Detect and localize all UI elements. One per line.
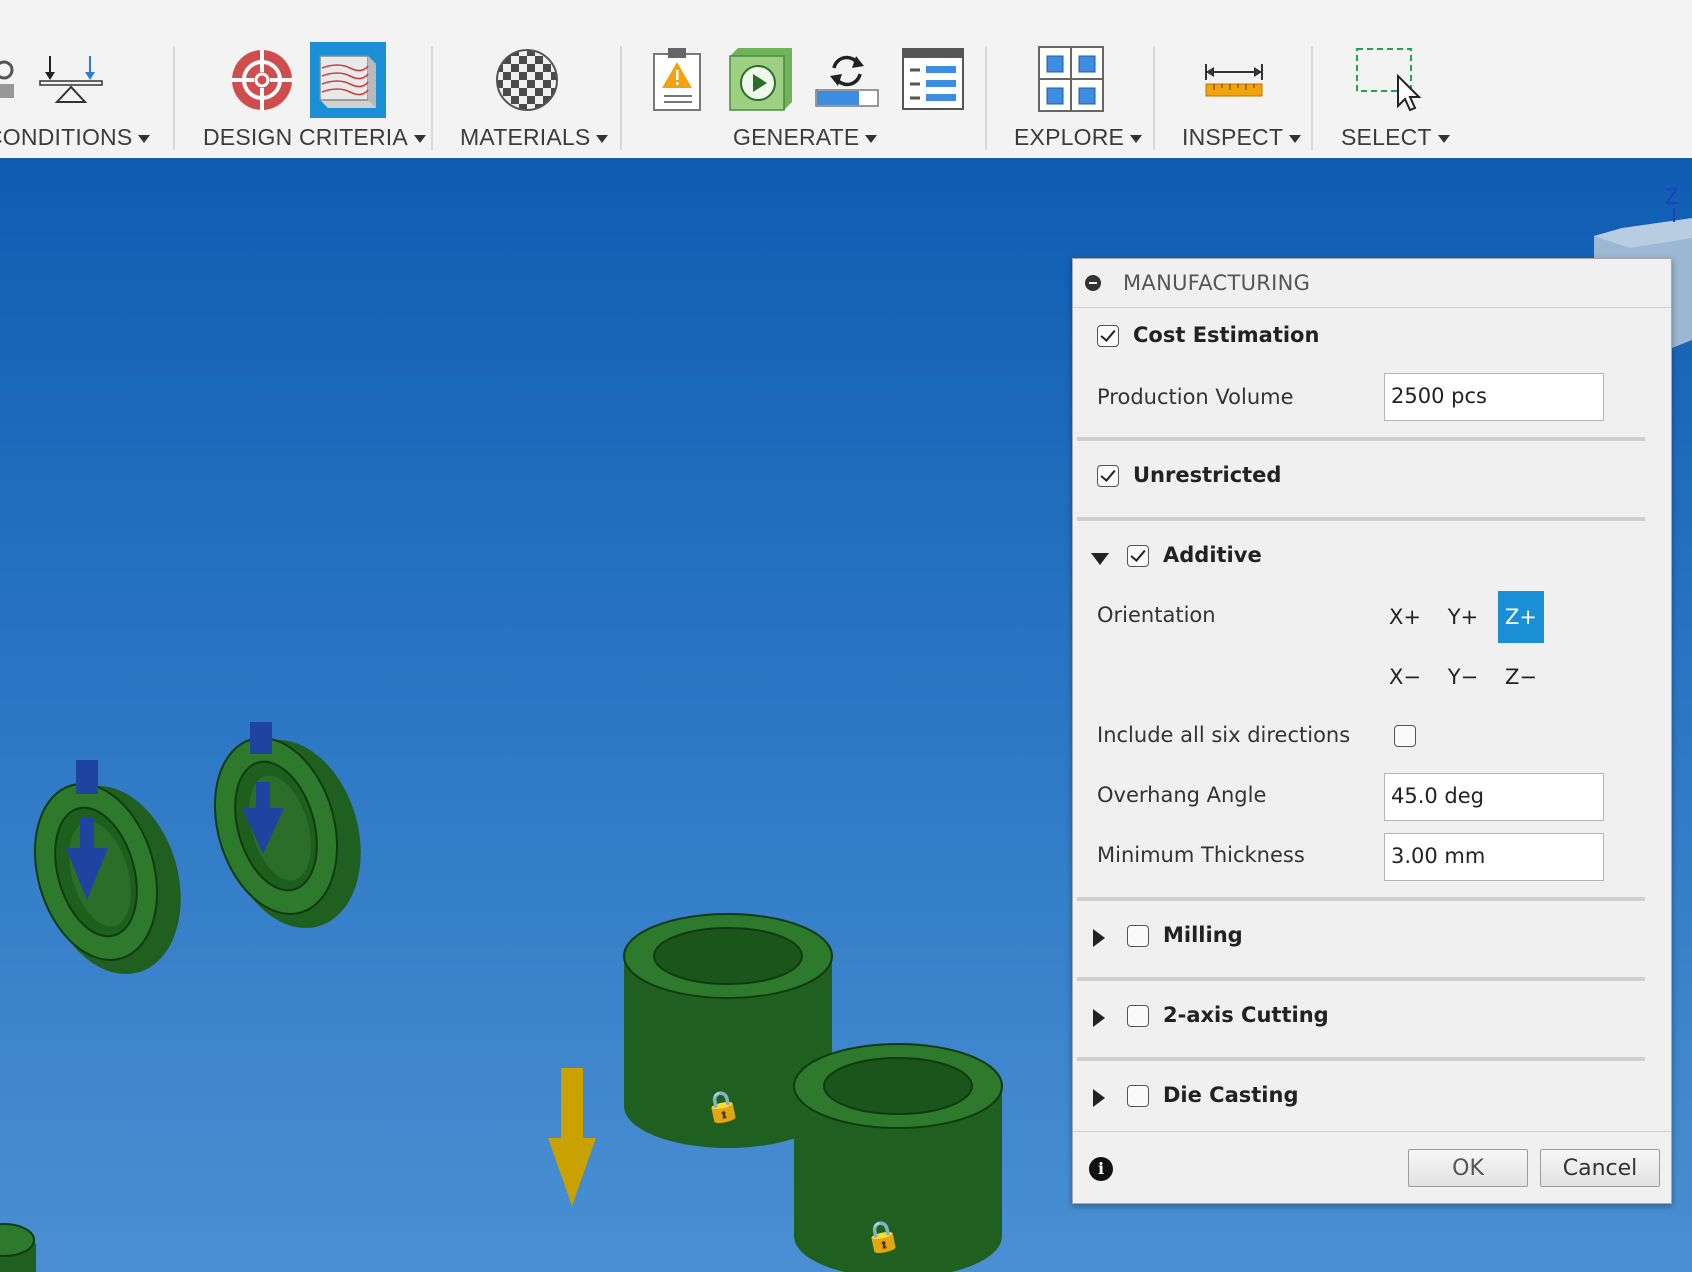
conditions-text: CONDITIONS [0,124,133,150]
minimum-thickness-label: Minimum Thickness [1097,843,1305,867]
collapse-dialog-icon[interactable] [1085,275,1101,291]
chevron-down-icon [1437,134,1450,143]
design-criteria-label[interactable]: DESIGN CRITERIA [203,124,426,151]
die-casting-label: Die Casting [1163,1083,1299,1107]
milling-label: Milling [1163,923,1243,947]
explore-label[interactable]: EXPLORE [1014,124,1143,151]
manufacturing-icon-active[interactable] [310,42,386,118]
expand-die-casting-icon[interactable] [1093,1089,1105,1107]
additive-label: Additive [1163,543,1262,567]
materials-label[interactable]: MATERIALS [460,124,609,151]
section-divider [1077,977,1645,981]
ring-part-middle[interactable] [195,723,381,944]
cost-estimation-checkbox[interactable] [1097,325,1119,347]
production-volume-input[interactable]: 2500 pcs [1384,373,1604,421]
toolbar-separator [431,46,433,150]
cost-estimation-label: Cost Estimation [1133,323,1320,347]
explore-text: EXPLORE [1014,124,1125,150]
info-icon[interactable]: i [1089,1157,1113,1181]
section-divider [1077,897,1645,901]
viewcube-axis-label: Z [1665,184,1678,209]
section-divider [1077,1057,1645,1061]
conditions-partial-icon [0,60,14,98]
section-divider [1077,437,1645,441]
generate-play-icon[interactable] [728,46,794,112]
gravity-arrow[interactable] [548,1068,596,1206]
orientation-x-minus[interactable]: X− [1382,651,1428,703]
chevron-down-icon [1289,134,1302,143]
toolbar-separator [985,46,987,150]
overhang-angle-input[interactable]: 45.0 deg [1384,773,1604,821]
orientation-z-plus[interactable]: Z+ [1498,591,1544,643]
orientation-label: Orientation [1097,603,1216,627]
overhang-angle-label: Overhang Angle [1097,783,1267,807]
expand-milling-icon[interactable] [1093,929,1105,947]
chevron-down-icon [1130,134,1143,143]
production-volume-label: Production Volume [1097,385,1294,409]
select-label[interactable]: SELECT [1341,124,1450,151]
chevron-down-icon [865,134,878,143]
die-casting-checkbox[interactable] [1127,1085,1149,1107]
chevron-down-icon [596,134,609,143]
partial-part-bottom-left[interactable] [0,1223,36,1272]
toolbar: CONDITIONS DESIGN CRITERIA MATERIALS GEN… [0,0,1692,158]
expand-2-axis-cutting-icon[interactable] [1093,1009,1105,1027]
section-divider [1077,517,1645,521]
cylinder-part-front[interactable]: 🔒 [793,1043,1003,1272]
explore-grid-icon[interactable] [1038,46,1104,112]
manufacturing-block-icon [319,55,376,108]
orientation-z-minus[interactable]: Z− [1498,651,1544,703]
structural-loads-icon[interactable] [38,54,104,106]
toolbar-separator [1153,46,1155,150]
generate-text: GENERATE [733,124,860,150]
2-axis-cutting-label: 2-axis Cutting [1163,1003,1329,1027]
generate-label[interactable]: GENERATE [733,124,878,151]
toolbar-separator [1311,46,1313,150]
orientation-x-plus[interactable]: X+ [1382,591,1428,643]
inspect-text: INSPECT [1182,124,1284,150]
select-text: SELECT [1341,124,1432,150]
window-select-cursor-icon[interactable] [1354,46,1422,114]
toolbar-separator [173,46,175,150]
ok-button[interactable]: OK [1408,1149,1528,1187]
six-directions-label: Include all six directions [1097,723,1351,747]
sync-progress-icon[interactable] [814,50,880,108]
dialog-footer-divider [1073,1131,1671,1132]
design-criteria-text: DESIGN CRITERIA [203,124,408,150]
manufacturing-dialog: MANUFACTURING Cost Estimation Production… [1072,258,1672,1204]
conditions-label[interactable]: CONDITIONS [0,124,151,151]
orientation-y-plus[interactable]: Y+ [1440,591,1486,643]
dialog-header: MANUFACTURING [1073,259,1671,308]
unrestricted-label: Unrestricted [1133,463,1282,487]
additive-checkbox[interactable] [1127,545,1149,567]
unrestricted-checkbox[interactable] [1097,465,1119,487]
precheck-warning-icon[interactable] [652,46,702,112]
3d-viewport[interactable]: Z 🔒 🔒 MANUFACTURING Cost Estimation Prod… [0,158,1692,1272]
dialog-title: MANUFACTURING [1123,271,1311,295]
six-directions-checkbox[interactable] [1394,725,1416,747]
2-axis-cutting-checkbox[interactable] [1127,1005,1149,1027]
expand-additive-icon[interactable] [1091,553,1109,565]
milling-checkbox[interactable] [1127,925,1149,947]
minimum-thickness-input[interactable]: 3.00 mm [1384,833,1604,881]
job-status-list-icon[interactable] [902,48,964,110]
chevron-down-icon [138,134,151,143]
measure-ruler-icon[interactable] [1204,62,1264,98]
inspect-label[interactable]: INSPECT [1182,124,1302,151]
cancel-button[interactable]: Cancel [1540,1149,1660,1187]
materials-text: MATERIALS [460,124,591,150]
objectives-target-icon[interactable] [230,48,294,112]
toolbar-separator [620,46,622,150]
materials-checker-sphere-icon[interactable] [495,48,559,112]
orientation-y-minus[interactable]: Y− [1440,651,1486,703]
chevron-down-icon [413,134,426,143]
ring-part-left[interactable] [15,769,201,990]
